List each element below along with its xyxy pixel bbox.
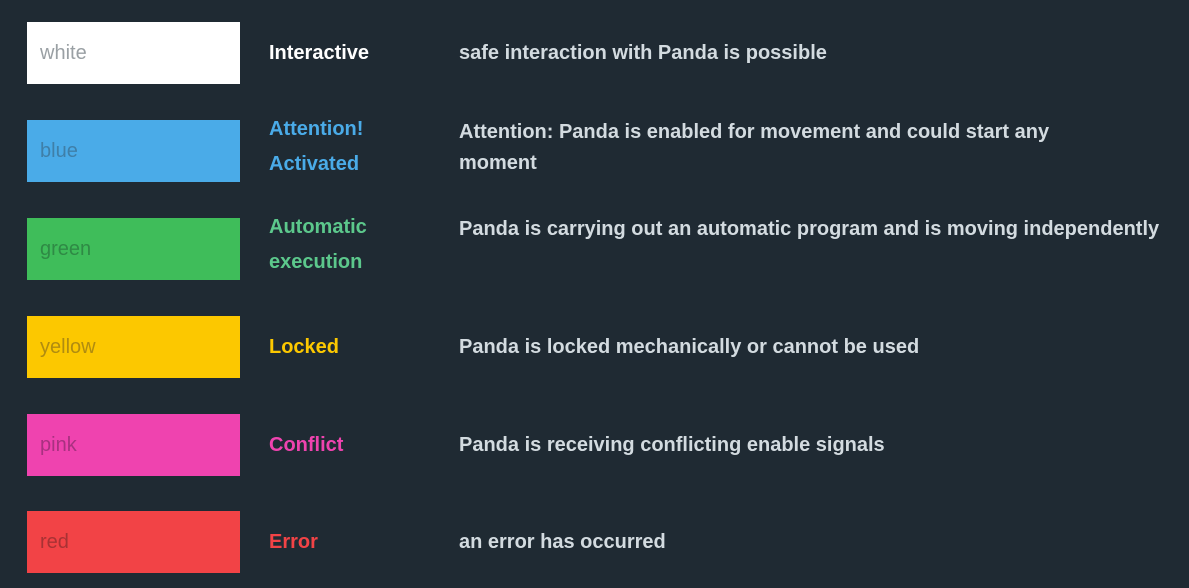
legend-row-pink: pink Conflict Panda is receiving conflic…	[0, 414, 1189, 476]
state-description: Attention: Panda is enabled for movement…	[459, 121, 1050, 174]
color-swatch-yellow: yellow	[27, 316, 240, 378]
swatch-label: white	[40, 41, 87, 64]
swatch-label: pink	[40, 433, 77, 456]
state-label-error: Error	[269, 530, 318, 553]
state-description: safe interaction with Panda is possible	[459, 41, 827, 64]
color-swatch-red: red	[27, 511, 240, 573]
legend-row-yellow: yellow Locked Panda is locked mechanical…	[0, 316, 1189, 378]
state-description: Panda is receiving conflicting enable si…	[459, 433, 885, 456]
color-swatch-white: white	[27, 22, 240, 84]
state-label-locked: Locked	[269, 335, 340, 358]
state-description: Panda is carrying out an automatic progr…	[459, 218, 1160, 240]
legend-row-green: green Automatic execution Panda is carry…	[0, 216, 1189, 280]
state-description: an error has occurred	[459, 530, 666, 553]
state-description: Panda is locked mechanically or cannot b…	[459, 335, 920, 358]
state-label-automatic-execution: Automatic execution	[269, 216, 367, 273]
color-swatch-green: green	[27, 218, 240, 280]
color-swatch-pink: pink	[27, 414, 240, 476]
legend-row-blue: blue Attention! Activated Attention: Pan…	[0, 118, 1189, 182]
swatch-label: yellow	[40, 335, 96, 358]
swatch-label: green	[40, 237, 92, 260]
state-label-interactive: Interactive	[269, 41, 370, 64]
color-swatch-blue: blue	[27, 120, 240, 182]
legend-row-red: red Error an error has occurred	[0, 511, 1189, 573]
legend-row-white: white Interactive safe interaction with …	[0, 22, 1189, 84]
state-label-attention-activated: Attention! Activated	[269, 118, 364, 175]
state-label-conflict: Conflict	[269, 433, 344, 456]
swatch-label: red	[40, 530, 69, 553]
swatch-label: blue	[40, 139, 78, 162]
